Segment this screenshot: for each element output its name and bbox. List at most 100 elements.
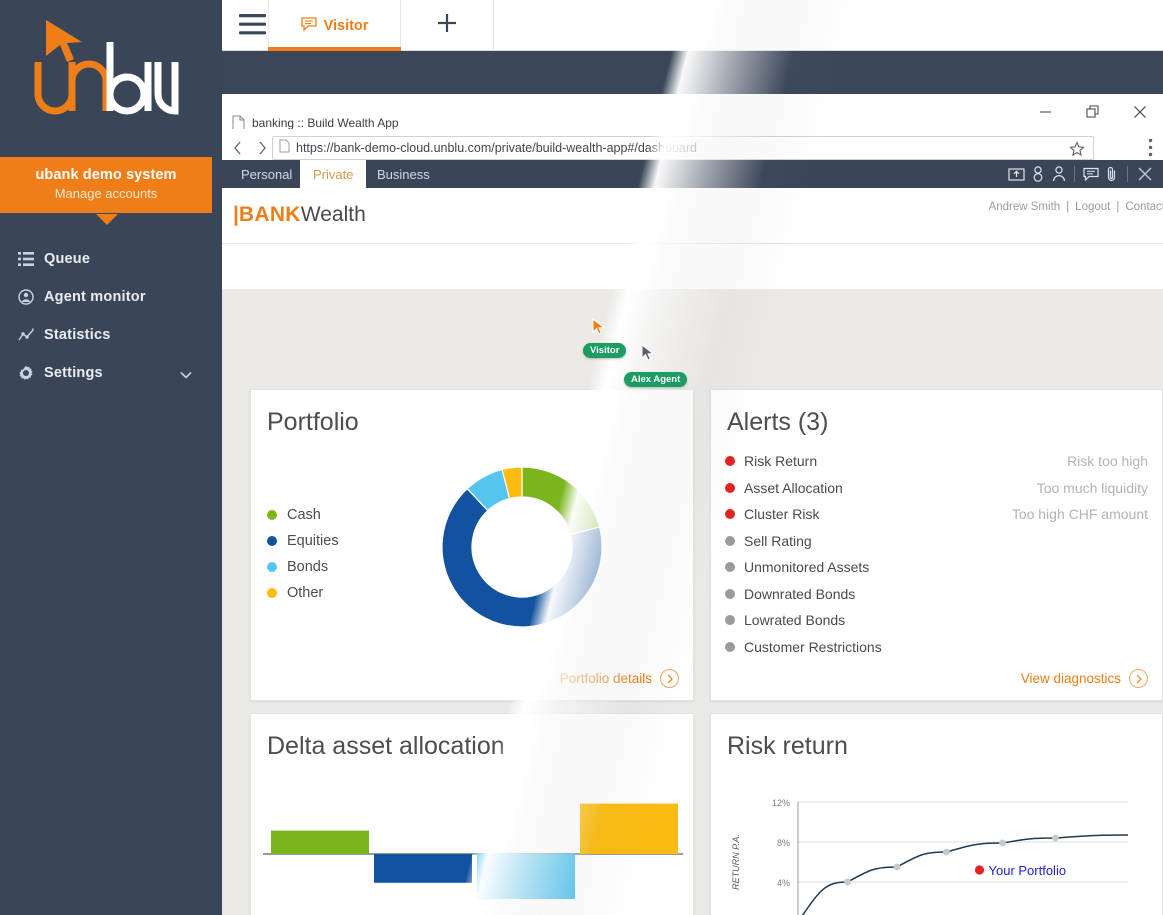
forward-arrow-icon[interactable] (252, 138, 272, 158)
sidebar-item-label: Agent monitor (44, 289, 146, 305)
bank-logo-bold: BANK (238, 203, 301, 226)
cursor-visitor (592, 317, 606, 341)
alert-name: Risk Return (744, 453, 818, 470)
alert-name: Customer Restrictions (744, 638, 882, 655)
alert-row[interactable]: Cluster Risk Too high CHF amount (725, 501, 1148, 528)
tab-label: Private (313, 166, 354, 182)
card-alerts: Alerts (3) Risk Return Risk too high Asset… (710, 389, 1163, 701)
toolbar-divider (1074, 166, 1075, 182)
sidebar-item-settings[interactable]: Settings (0, 354, 222, 392)
kebab-menu-icon[interactable] (1148, 138, 1153, 162)
window-controls (1022, 94, 1163, 129)
card-delta-asset-allocation: Delta asset allocation View asset alloca… (250, 713, 694, 915)
status-badge (725, 588, 735, 599)
status-badge (725, 482, 735, 493)
tab-active-indicator (268, 47, 401, 51)
alert-row[interactable]: Sell Rating (725, 528, 1148, 555)
attachment-icon[interactable] (1101, 163, 1122, 185)
toolbar-divider (1127, 166, 1128, 182)
browser-window: banking :: Build Wealth App https://bank… (222, 94, 1163, 915)
alert-name: Cluster Risk (744, 506, 820, 523)
cursor-arrow-icon (641, 343, 655, 361)
page-info-icon (279, 139, 290, 158)
account-subtitle: Manage accounts (54, 186, 158, 201)
tab-label: Personal (241, 166, 293, 182)
logout-link[interactable]: Logout (1069, 201, 1116, 213)
sidebar-item-statistics[interactable]: Statistics (0, 316, 222, 354)
status-badge (725, 535, 735, 546)
line-chart-icon (18, 328, 44, 342)
callout-tick (96, 214, 118, 225)
chevron-down-icon[interactable] (180, 367, 192, 383)
chat-icon[interactable] (1080, 163, 1101, 185)
tab-personal[interactable]: Personal (228, 160, 305, 188)
browser-titlebar: banking :: Build Wealth App (222, 94, 1163, 131)
sidebar-item-agent-monitor[interactable]: Agent monitor (0, 278, 222, 316)
person-icon[interactable] (1048, 163, 1069, 185)
portfolio-legend: Cash Equities Bonds Other (267, 502, 339, 606)
legend-label: Equities (287, 533, 339, 549)
tab-business[interactable]: Business (364, 160, 443, 188)
alert-row[interactable]: Downrated Bonds (725, 581, 1148, 608)
sidebar-item-queue[interactable]: Queue (0, 240, 222, 278)
delta-waterfall-chart (263, 803, 683, 899)
page-title: Risk return (727, 732, 848, 760)
sidebar-nav: Queue Agent monitor Statistics Settings (0, 240, 222, 392)
tab-visitor[interactable]: Visitor (268, 0, 401, 51)
legend-item: Cash (267, 502, 339, 528)
cursor-agent (641, 343, 655, 367)
bookmark-star-icon[interactable] (1069, 141, 1085, 162)
account-callout[interactable]: ubank demo system Manage accounts (0, 157, 212, 213)
close-icon[interactable] (1133, 163, 1157, 185)
portfolio-details-link[interactable]: Portfolio details (560, 669, 679, 688)
bank-subbar (222, 244, 1163, 290)
status-badge (725, 615, 735, 626)
link-label: Portfolio details (559, 671, 652, 686)
restore-window-icon[interactable] (1069, 94, 1116, 129)
legend-item: Bonds (267, 554, 339, 580)
account-name: ubank demo system (35, 167, 177, 183)
user-circle-icon (18, 289, 44, 305)
alert-name: Downrated Bonds (744, 585, 856, 602)
unblu-logo (0, 0, 222, 150)
nav-arrows (228, 138, 272, 158)
sidebar-item-label: Queue (44, 251, 91, 267)
minimize-icon[interactable] (1022, 94, 1069, 129)
new-tab-button[interactable] (401, 0, 494, 51)
back-arrow-icon[interactable] (228, 138, 248, 158)
close-icon[interactable] (1116, 94, 1163, 129)
risk-return-chart: 4%8%12%0%6%Your PortfolioRETURN P.A.RISK… (731, 798, 1129, 915)
hamburger-icon[interactable] (239, 14, 266, 40)
tab-private[interactable]: Private (300, 160, 367, 188)
alert-row[interactable]: Asset Allocation Too much liquidity (725, 475, 1148, 502)
alert-name: Unmonitored Assets (744, 559, 870, 576)
dashboard-body: Portfolio Cash Equities Bonds Other Port… (222, 290, 1163, 915)
address-bar[interactable]: https://bank-demo-cloud.unblu.com/privat… (272, 136, 1094, 160)
svg-text:Your Portfolio: Your Portfolio (989, 863, 1067, 878)
screen-share-icon[interactable] (1006, 163, 1027, 185)
person-icon[interactable] (1027, 163, 1048, 185)
alert-row[interactable]: Unmonitored Assets (725, 554, 1148, 581)
gear-icon (18, 365, 44, 381)
legend-label: Other (287, 585, 324, 601)
bank-header: |BANKWealth (222, 188, 1163, 244)
status-badge (725, 456, 735, 467)
contact-link[interactable]: Contact (1119, 201, 1163, 213)
alert-row[interactable]: Customer Restrictions (725, 634, 1148, 661)
view-diagnostics-link[interactable]: View diagnostics (1021, 669, 1148, 688)
legend-item: Equities (267, 528, 339, 554)
sidebar-item-label: Settings (44, 365, 103, 381)
alert-message: Too high CHF amount (1011, 506, 1148, 523)
plus-icon (436, 12, 458, 39)
alert-name: Asset Allocation (744, 479, 843, 496)
alerts-list: Risk Return Risk too high Asset Allocation… (725, 448, 1148, 660)
alert-row[interactable]: Lowrated Bonds (725, 607, 1148, 634)
alert-row[interactable]: Risk Return Risk too high (725, 448, 1148, 475)
alert-message: Risk too high (1067, 453, 1148, 470)
legend-swatch-bonds (267, 562, 277, 572)
legend-swatch-equities (267, 536, 277, 546)
legend-swatch-other (267, 588, 277, 598)
agent-sidebar: ubank demo system Manage accounts Queue … (0, 0, 222, 915)
page-title: Alerts (3) (727, 408, 829, 436)
sidebar-item-label: Statistics (44, 327, 111, 343)
